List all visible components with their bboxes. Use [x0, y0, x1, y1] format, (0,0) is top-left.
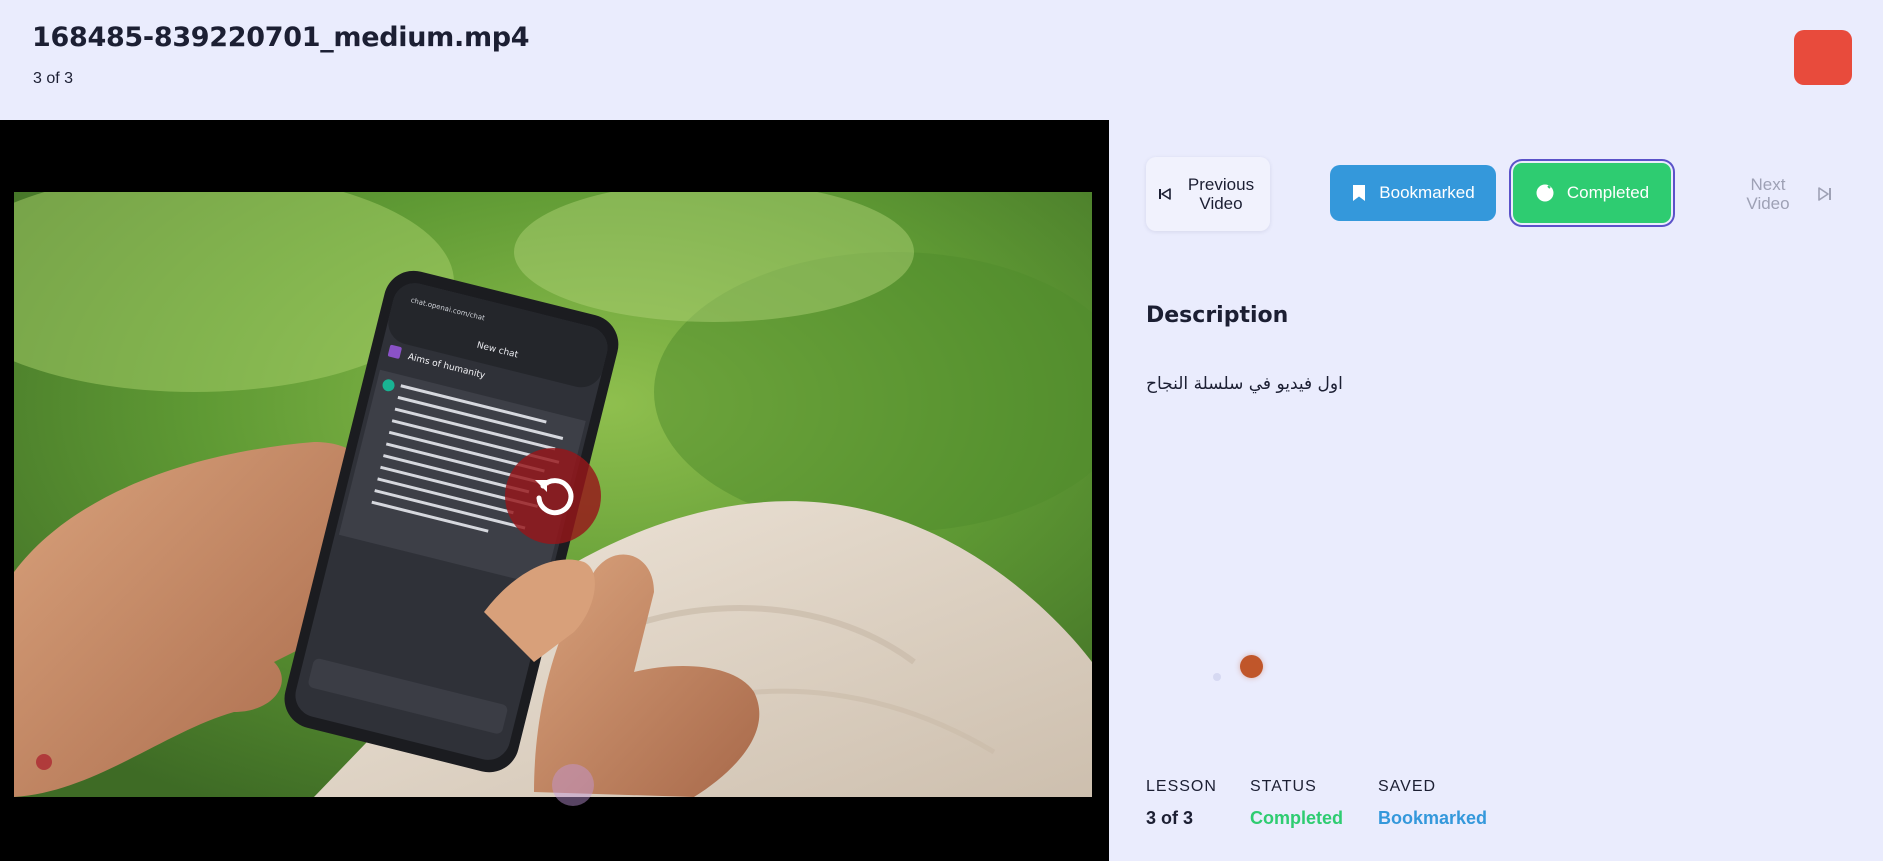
- decor-dot-small: [1213, 673, 1221, 681]
- lesson-label: LESSON: [1146, 778, 1217, 795]
- decor-dot: [1240, 655, 1263, 678]
- saved-label: SAVED: [1378, 778, 1437, 795]
- status-value: Completed: [1250, 808, 1344, 828]
- video-position: 3 of 3: [33, 70, 74, 87]
- bookmark-button[interactable]: Bookmarked: [1330, 165, 1496, 221]
- lesson-value: 3 of 3: [1146, 808, 1194, 828]
- meta-lesson: LESSON 3 of 3: [1146, 778, 1217, 829]
- saved-value: Bookmarked: [1378, 808, 1488, 828]
- meta-saved: SAVED Bookmarked: [1378, 778, 1487, 829]
- skip-forward-icon: [1818, 187, 1831, 201]
- meta-status: STATUS Completed: [1250, 778, 1343, 829]
- cursor-highlight: [552, 764, 594, 806]
- bookmark-label: Bookmarked: [1379, 183, 1475, 202]
- skip-back-icon: [1159, 188, 1171, 200]
- video-title: 168485-839220701_medium.mp4: [32, 22, 530, 53]
- next-video-label: Next Video: [1746, 175, 1790, 213]
- description-title: Description: [1146, 303, 1289, 328]
- complete-label: Completed: [1566, 183, 1650, 202]
- header: 168485-839220701_medium.mp4 3 of 3: [0, 0, 1883, 120]
- bookmark-icon: [1353, 185, 1366, 201]
- previous-video-label: Previous Video: [1187, 175, 1255, 213]
- close-button[interactable]: [1794, 30, 1852, 85]
- check-circle-icon: [1536, 184, 1554, 202]
- previous-video-button[interactable]: Previous Video: [1146, 157, 1270, 231]
- replay-icon: [535, 478, 574, 516]
- lesson-panel: Previous Video Bookmarked Completed Next…: [1109, 120, 1883, 861]
- video-player[interactable]: chat.openai.com/chat New chat Aims of hu…: [0, 120, 1109, 861]
- replay-button[interactable]: [505, 448, 601, 544]
- description-text: اول فيديو في سلسلة النجاح: [1146, 374, 1343, 394]
- complete-button[interactable]: Completed: [1513, 163, 1671, 223]
- status-label: STATUS: [1250, 778, 1317, 795]
- next-video-button[interactable]: Next Video: [1692, 157, 1872, 231]
